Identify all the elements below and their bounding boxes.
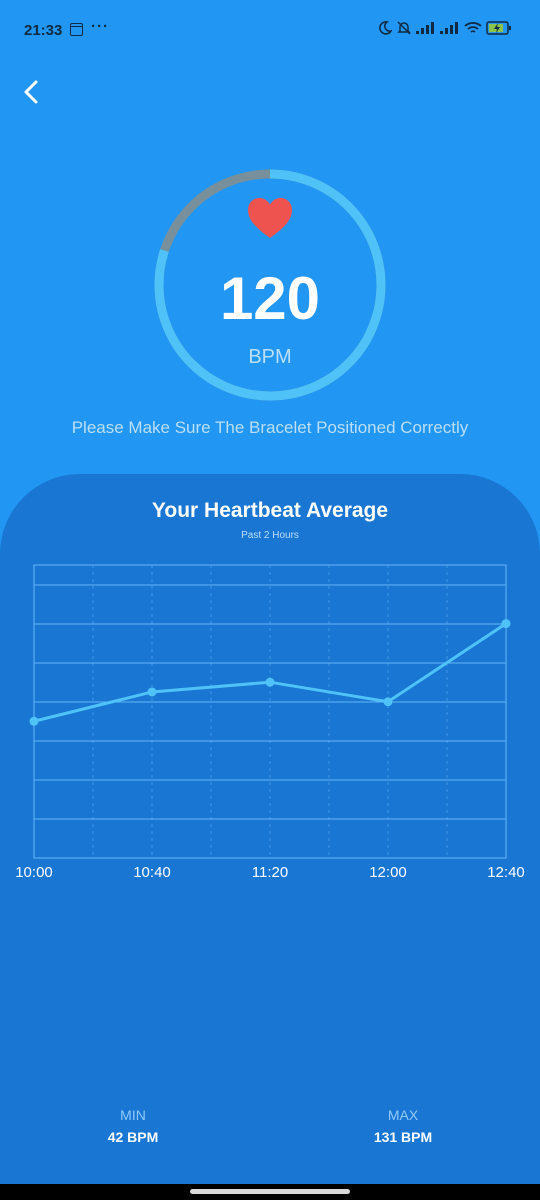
- heart-rate-unit: BPM: [248, 346, 292, 368]
- chart-point: [265, 677, 275, 687]
- battery-charging-icon: [486, 21, 511, 35]
- signal-icon: [416, 22, 434, 34]
- chart-x-tick-label: 11:20: [252, 864, 288, 881]
- chart-x-tick-label: 10:00: [15, 864, 53, 881]
- back-button[interactable]: [18, 78, 46, 106]
- min-stat: MIN 42 BPM: [58, 1107, 208, 1145]
- heart-rate-value: 120: [219, 265, 321, 332]
- more-notifications-icon: ···: [91, 18, 109, 35]
- heart-icon: [248, 198, 292, 238]
- max-value: 131 BPM: [373, 1129, 433, 1145]
- status-icons: [378, 20, 512, 36]
- chart-x-tick-label: 12:40: [487, 864, 525, 881]
- chevron-left-icon: [24, 80, 38, 104]
- heartbeat-line-chart: 10:00 10:40 11:20 12:00 12:40: [15, 564, 525, 881]
- max-stat: MAX 131 BPM: [328, 1107, 478, 1145]
- moon-icon: [379, 21, 392, 35]
- signal-icon-2: [440, 22, 458, 34]
- navigation-bar: [0, 1184, 540, 1200]
- chart-x-tick-label: 10:40: [133, 864, 171, 881]
- home-gesture-handle[interactable]: [190, 1189, 350, 1194]
- calendar-icon: [70, 23, 83, 36]
- bell-muted-icon: [397, 21, 411, 35]
- chart-subtitle: Past 2 Hours: [241, 530, 299, 541]
- status-bar: 21:33 ···: [0, 0, 540, 62]
- positioning-hint: Please Make Sure The Bracelet Positioned…: [71, 418, 469, 437]
- chart-x-tick-label: 12:00: [369, 864, 407, 881]
- chart-title: Your Heartbeat Average: [151, 499, 389, 522]
- chart-point: [29, 716, 39, 726]
- min-label: MIN: [120, 1107, 146, 1123]
- wifi-icon: [464, 22, 482, 33]
- chart-point: [383, 697, 393, 707]
- max-label: MAX: [387, 1107, 419, 1123]
- chart-point: [147, 687, 157, 697]
- status-time: 21:33: [24, 22, 63, 39]
- chart-point: [501, 619, 511, 629]
- min-value: 42 BPM: [107, 1129, 159, 1145]
